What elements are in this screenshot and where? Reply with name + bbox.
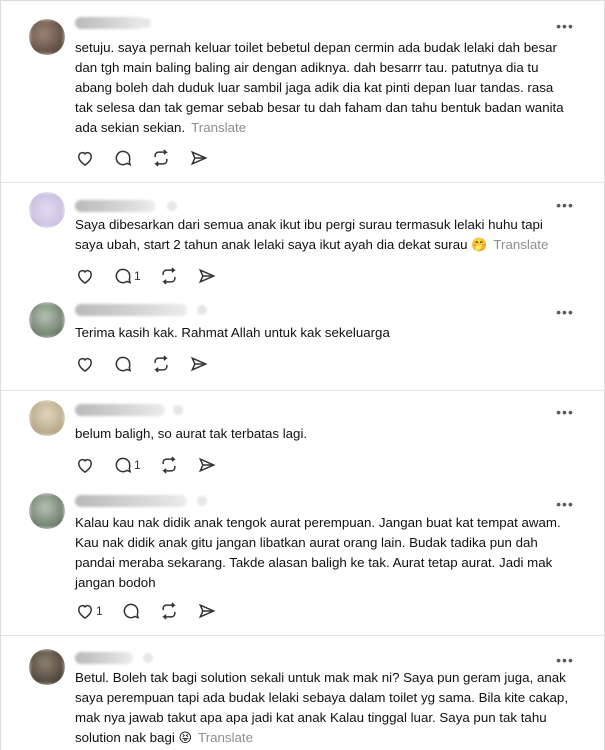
share-button[interactable] (197, 601, 217, 621)
username[interactable]: jadihaninoor (75, 200, 155, 212)
comment-item: jadihaninoor 1d ••• Saya dibesarkan dari… (1, 182, 604, 290)
repost-button[interactable] (159, 266, 179, 286)
comment-text: belum baligh, so aurat tak terbatas lagi… (75, 424, 574, 444)
translate-link[interactable]: Translate (198, 730, 253, 745)
more-icon[interactable]: ••• (556, 405, 574, 419)
timestamp: 1d (141, 18, 151, 28)
repost-button[interactable] (151, 354, 171, 374)
emoji: 🤭 (471, 237, 488, 252)
comment-text: setuju. saya pernah keluar toilet bebetu… (75, 38, 574, 138)
heart-icon (77, 151, 93, 166)
comment-item: ahmadzhyrq 1d ••• setuju. saya pernah ke… (1, 1, 604, 183)
more-icon[interactable]: ••• (556, 198, 574, 212)
share-button[interactable] (189, 354, 209, 374)
like-button[interactable] (75, 148, 95, 168)
like-button[interactable] (75, 266, 95, 286)
action-bar: 1 (75, 455, 235, 475)
repost-button[interactable] (159, 455, 179, 475)
comment-item: fhzahair 1d ••• Betul. Boleh tak bagi so… (1, 635, 604, 750)
comment-thread: ahmadzhyrq 1d ••• setuju. saya pernah ke… (0, 0, 605, 750)
translate-link[interactable]: Translate (191, 120, 246, 135)
repost-icon (161, 456, 176, 474)
comment-body: belum baligh, so aurat tak terbatas lagi… (75, 426, 308, 441)
share-button[interactable] (197, 266, 217, 286)
comment-body: Betul. Boleh tak bagi solution sekali un… (75, 670, 569, 745)
repost-icon (154, 149, 168, 167)
avatar[interactable] (29, 192, 65, 228)
emoji: 😝 (178, 730, 193, 745)
repost-button[interactable] (159, 601, 179, 621)
translate-link[interactable]: Translate (493, 237, 548, 252)
repost-icon (161, 602, 176, 620)
timestamp: 1d (173, 405, 183, 415)
username[interactable]: fhzahair (75, 652, 133, 664)
action-bar (75, 354, 227, 374)
comment-icon (115, 268, 132, 284)
reply-button[interactable]: 1 (113, 266, 141, 286)
avatar[interactable] (29, 493, 65, 529)
more-icon[interactable]: ••• (556, 497, 574, 511)
comment-icon (123, 603, 139, 619)
more-icon[interactable]: ••• (556, 653, 574, 667)
comment-icon (115, 457, 132, 473)
comment-item: nurul_aatifa_alias 1d ••• Terima kasih k… (1, 290, 604, 391)
heart-icon (77, 357, 93, 372)
share-button[interactable] (189, 148, 209, 168)
comment-text: Terima kasih kak. Rahmat Allah untuk kak… (75, 323, 574, 343)
username[interactable]: aisyahnadzirah (75, 404, 165, 416)
comment-text: Betul. Boleh tak bagi solution sekali un… (75, 668, 574, 748)
repost-button[interactable] (151, 148, 171, 168)
timestamp: 1d (197, 305, 207, 315)
reply-count: 1 (134, 458, 141, 472)
share-icon (190, 150, 208, 166)
comment-item: nurul_aatifa_alias 1d ••• Kalau kau nak … (1, 483, 604, 636)
comment-body: setuju. saya pernah keluar toilet bebetu… (75, 40, 564, 135)
comment-body: Terima kasih kak. Rahmat Allah untuk kak… (75, 325, 390, 340)
share-icon (198, 457, 216, 473)
avatar[interactable] (29, 649, 65, 685)
reply-count: 1 (134, 269, 141, 283)
comment-body: Kalau kau nak didik anak tengok aurat pe… (75, 515, 561, 590)
avatar[interactable] (29, 19, 65, 55)
reply-button[interactable] (113, 148, 133, 168)
repost-icon (161, 267, 176, 285)
timestamp: 1d (143, 653, 153, 663)
username[interactable]: ahmadzhyrq (75, 17, 145, 29)
heart-icon (77, 604, 93, 619)
like-button[interactable] (75, 354, 95, 374)
share-icon (198, 603, 216, 619)
username[interactable]: nurul_aatifa_alias (75, 495, 187, 507)
more-icon[interactable]: ••• (556, 305, 574, 319)
share-icon (190, 356, 208, 372)
repost-icon (154, 355, 168, 373)
comment-item: aisyahnadzirah 1d ••• belum baligh, so a… (1, 390, 604, 483)
like-count: 1 (96, 604, 103, 618)
more-icon[interactable]: ••• (556, 19, 574, 33)
comment-icon (115, 150, 132, 166)
action-bar: 1 (75, 601, 235, 621)
reply-button[interactable] (121, 601, 141, 621)
share-button[interactable] (197, 455, 217, 475)
heart-icon (77, 458, 93, 473)
username[interactable]: nurul_aatifa_alias (75, 304, 187, 316)
reply-button[interactable] (113, 354, 133, 374)
timestamp: 1d (167, 201, 177, 211)
avatar[interactable] (29, 400, 65, 436)
action-bar: 1 (75, 266, 235, 286)
share-icon (198, 268, 216, 284)
timestamp: 1d (197, 496, 207, 506)
reply-button[interactable]: 1 (113, 455, 141, 475)
like-button[interactable] (75, 455, 95, 475)
comment-icon (115, 356, 132, 372)
heart-icon (77, 269, 93, 284)
avatar[interactable] (29, 302, 65, 338)
action-bar (75, 148, 227, 168)
comment-text: Kalau kau nak didik anak tengok aurat pe… (75, 513, 574, 593)
like-button[interactable]: 1 (75, 601, 103, 621)
comment-text: Saya dibesarkan dari semua anak ikut ibu… (75, 215, 574, 255)
